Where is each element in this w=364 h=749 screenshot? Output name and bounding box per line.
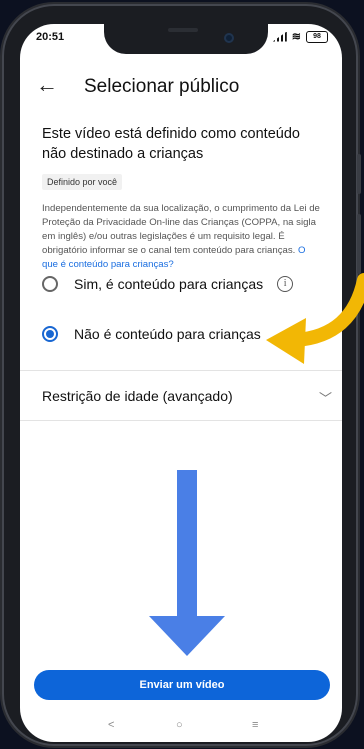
status-time: 20:51 <box>36 31 65 43</box>
option-made-for-kids[interactable]: Sim, é conteúdo para crianças i <box>42 276 312 292</box>
coppa-description: Independentemente da sua localização, o … <box>42 202 322 272</box>
page-title: Selecionar público <box>84 76 240 97</box>
status-icons: ≋ 98 <box>272 30 328 43</box>
notch <box>104 24 268 54</box>
audience-heading: Este vídeo está definido como conteúdo n… <box>42 126 300 162</box>
nav-back-icon[interactable]: < <box>108 719 114 731</box>
phone-frame: 20:51 ≋ 98 ← Selecionar público Este víd… <box>2 4 361 746</box>
upload-video-button[interactable]: Enviar um vídeo <box>34 670 330 700</box>
chevron-down-icon[interactable]: ﹀ <box>319 388 332 407</box>
divider <box>20 370 342 371</box>
volume-button <box>357 154 361 194</box>
camera-icon <box>224 33 234 43</box>
audience-info: Este vídeo está definido como conteúdo n… <box>42 124 322 272</box>
radio-made-for-kids[interactable] <box>42 276 58 292</box>
nav-recents-icon[interactable]: ≡ <box>252 719 258 731</box>
power-button <box>357 214 361 274</box>
nav-home-icon[interactable]: ○ <box>176 719 183 731</box>
battery-icon: 98 <box>306 30 328 43</box>
coppa-description-text: Independentemente da sua localização, o … <box>42 203 320 256</box>
option-not-for-kids[interactable]: Não é conteúdo para crianças <box>42 326 312 342</box>
option-made-for-kids-label: Sim, é conteúdo para crianças <box>74 276 264 292</box>
status-badge: Definido por você <box>42 174 123 190</box>
radio-not-for-kids[interactable] <box>42 326 58 342</box>
back-arrow-icon[interactable]: ← <box>36 72 58 98</box>
signal-icon <box>272 31 287 42</box>
age-restriction-label[interactable]: Restrição de idade (avançado) <box>42 388 332 404</box>
app-header: ← Selecionar público <box>20 58 342 114</box>
system-nav-bar: < ○ ≡ <box>20 714 342 742</box>
speaker-grille <box>168 28 198 32</box>
option-not-for-kids-label: Não é conteúdo para crianças <box>74 326 261 342</box>
info-icon[interactable]: i <box>277 276 294 292</box>
wifi-icon: ≋ <box>291 31 301 43</box>
phone-screen: 20:51 ≋ 98 ← Selecionar público Este víd… <box>20 24 342 742</box>
divider <box>20 420 342 421</box>
